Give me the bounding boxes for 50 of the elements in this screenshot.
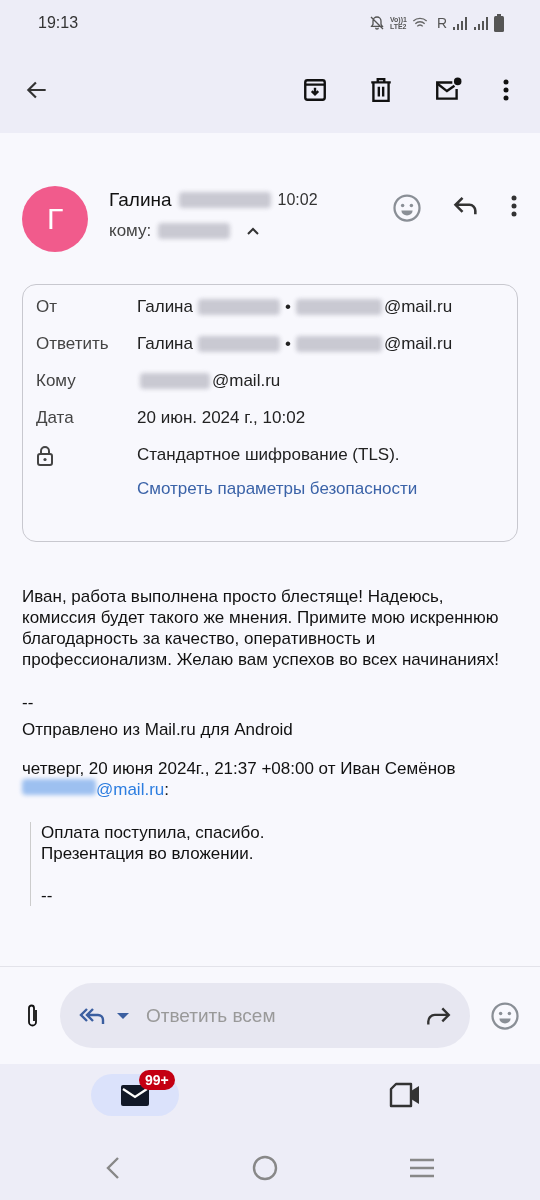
reply-field[interactable]: Ответить всем xyxy=(60,983,470,1048)
security-link[interactable]: Смотреть параметры безопасности xyxy=(137,479,418,499)
email-domain: @mail.ru xyxy=(383,334,453,354)
quoted-text: -- xyxy=(41,885,54,906)
signature-text: Отправлено из Mail.ru для Android xyxy=(22,719,294,740)
signature-text: -- xyxy=(22,692,35,713)
recipient-label: кому: xyxy=(109,221,152,241)
sender-name: Галина xyxy=(109,189,172,211)
mute-bell-icon xyxy=(368,15,385,31)
sender-name: Галина xyxy=(137,334,193,354)
email-link[interactable]: @mail.ru xyxy=(96,780,165,799)
message-time: 10:02 xyxy=(277,191,318,209)
back-nav-icon[interactable] xyxy=(105,1156,122,1180)
detail-value: 20 июн. 2024 г., 10:02 xyxy=(137,408,306,428)
email-domain: @mail.ru xyxy=(383,297,453,317)
unread-count-badge: 99+ xyxy=(139,1070,175,1090)
reply-input[interactable]: Ответить всем xyxy=(144,1003,416,1028)
quote-header: четверг, 20 июня 2024г., 21:37 +08:00 от Иван Семёнов @mail.ru: xyxy=(22,758,457,800)
detail-label: Дата xyxy=(36,408,75,428)
blurred-text xyxy=(140,373,210,389)
signal-icon xyxy=(452,16,468,30)
attachment-icon[interactable] xyxy=(26,1002,40,1029)
emoji-icon[interactable] xyxy=(392,193,422,223)
message-text: Иван, работа выполнена просто блестяще! Надеюсь, комиссия будет такого же мнения. Примите мою искреннюю благодарность за качество, оперативность и профессионализм. Желаю вам успехов во всех начинаниях! xyxy=(22,586,500,670)
mail-unread-icon[interactable] xyxy=(434,76,462,103)
emoji-icon[interactable] xyxy=(490,1000,520,1031)
more-icon[interactable] xyxy=(510,193,518,219)
quoted-text: Оплата поступила, спасибо. xyxy=(41,822,266,843)
battery-icon xyxy=(494,14,504,32)
lock-icon xyxy=(36,445,54,467)
mail-icon xyxy=(120,1083,150,1107)
avatar: Г xyxy=(22,186,88,252)
detail-label: Кому xyxy=(36,371,77,391)
signal-icon xyxy=(473,16,489,30)
detail-label: От xyxy=(36,297,58,317)
video-camera-icon xyxy=(388,1082,422,1108)
separator-dot: • xyxy=(284,334,291,354)
separator-dot: • xyxy=(284,297,291,317)
status-time: 19:13 xyxy=(38,14,79,32)
dropdown-caret-icon[interactable] xyxy=(116,1011,130,1020)
delete-icon[interactable] xyxy=(368,76,394,103)
encryption-text: Стандартное шифрование (TLS). xyxy=(137,445,401,465)
quoted-text: Презентация во вложении. xyxy=(41,843,255,864)
email-domain: @mail.ru xyxy=(212,371,281,391)
roaming-label: R xyxy=(436,15,447,31)
recents-nav-icon[interactable] xyxy=(408,1158,435,1178)
archive-icon[interactable] xyxy=(302,76,328,103)
sender-name: Галина xyxy=(137,297,193,317)
home-nav-icon[interactable] xyxy=(252,1155,278,1181)
detail-label: Ответить xyxy=(36,334,110,354)
